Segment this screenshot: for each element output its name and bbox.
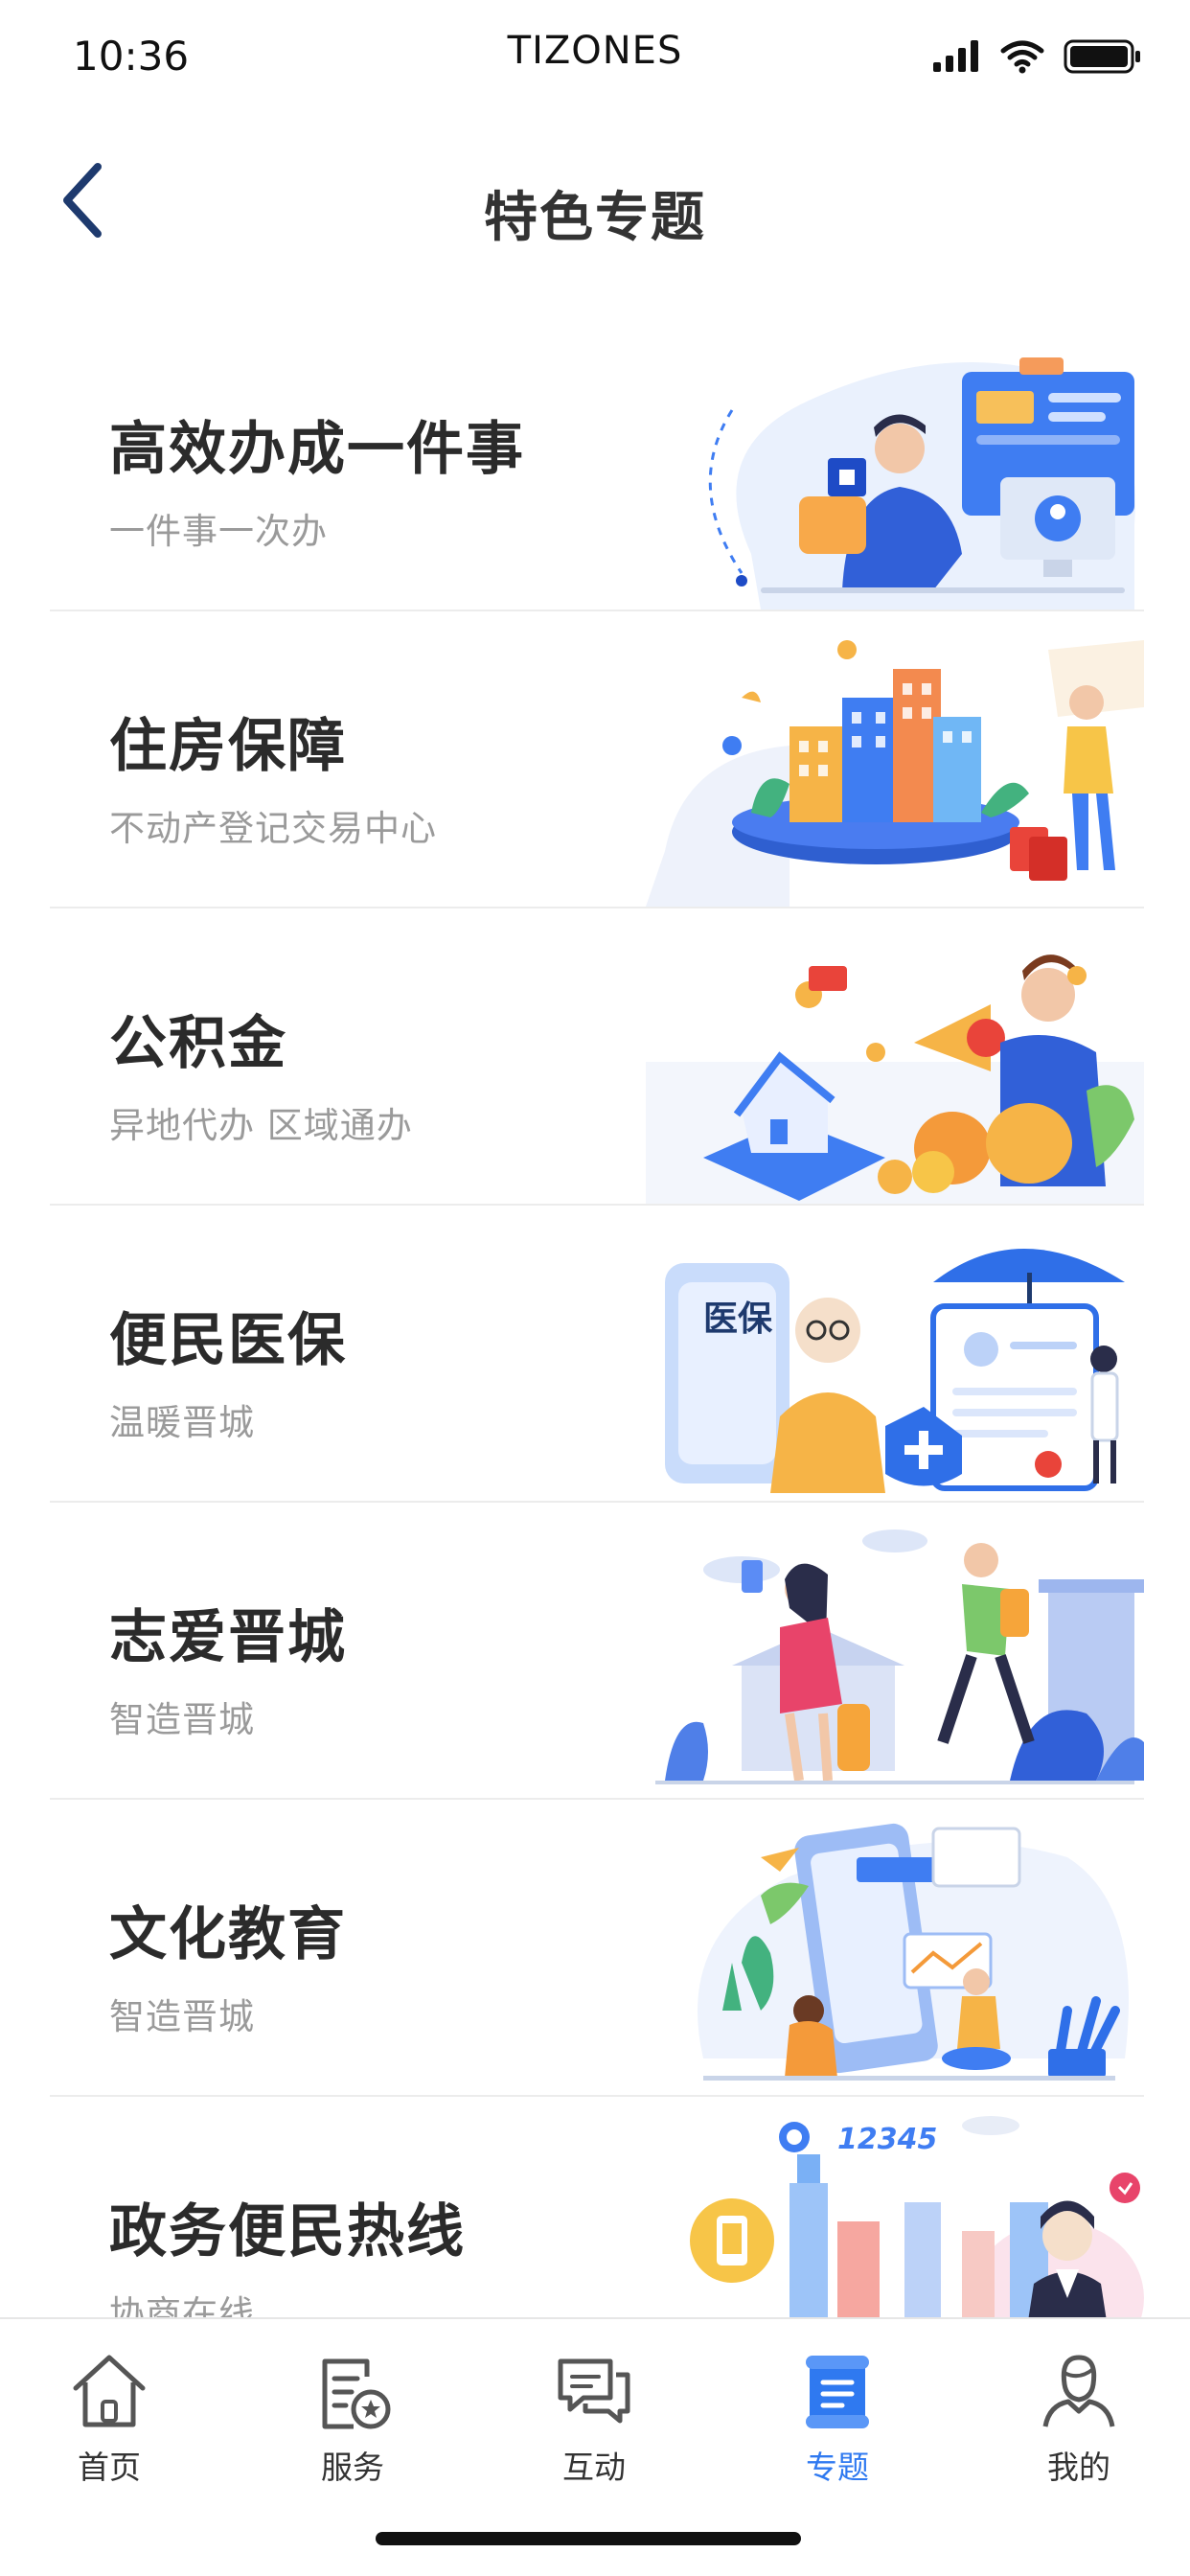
topic-item-medical-insurance[interactable]: 便民医保 温暖晋城 医保	[50, 1206, 1144, 1503]
profile-icon	[1042, 2355, 1115, 2427]
hotline-number-text: 12345	[837, 2123, 937, 2156]
tab-interaction[interactable]: 互动	[517, 2348, 671, 2488]
battery-icon	[1064, 39, 1140, 74]
topic-item-efficient[interactable]: 高效办成一件事 一件事一次办	[50, 314, 1144, 611]
topic-title: 志爱晋城	[109, 1604, 347, 1671]
topic-item-volunteer[interactable]: 志爱晋城 智造晋城	[50, 1503, 1144, 1800]
topic-title: 文化教育	[109, 1901, 347, 1968]
topic-subtitle: 温暖晋城	[109, 1402, 255, 1443]
status-bar: 10:36 TIZONES	[0, 0, 1190, 115]
tab-label: 服务	[321, 2449, 384, 2486]
topic-title: 便民医保	[109, 1307, 347, 1374]
office-worker-illustration	[708, 357, 1135, 610]
tab-profile[interactable]: 我的	[1002, 2348, 1156, 2488]
tab-label: 专题	[806, 2449, 869, 2486]
topic-item-hotline[interactable]: 政务便民热线 协商在线 12345	[50, 2097, 1144, 2317]
topic-subtitle: 协商在线	[109, 2293, 255, 2317]
topic-subtitle: 智造晋城	[109, 1996, 255, 2037]
topic-item-culture-education[interactable]: 文化教育 智造晋城	[50, 1800, 1144, 2097]
topic-title: 住房保障	[109, 713, 347, 780]
nav-bar: 特色专题	[0, 134, 1190, 278]
topic-subtitle: 异地代办 区域通办	[109, 1105, 413, 1146]
topic-icon	[806, 2356, 869, 2428]
tab-home[interactable]: 首页	[33, 2348, 186, 2488]
topic-item-provident-fund[interactable]: 公积金 异地代办 区域通办	[50, 908, 1144, 1206]
topic-list: 高效办成一件事 一件事一次办 住房保障 不动产登记交易中心 公积金 异地代办 区…	[50, 314, 1144, 2317]
topic-subtitle: 智造晋城	[109, 1699, 255, 1740]
topic-subtitle: 不动产登记交易中心	[109, 808, 437, 849]
tab-label: 互动	[562, 2449, 626, 2486]
tab-label: 首页	[78, 2449, 141, 2486]
hotline-illustration: 12345	[690, 2116, 1144, 2317]
education-illustration	[698, 1823, 1129, 2081]
topic-title: 公积金	[109, 1010, 287, 1077]
travel-illustration	[655, 1530, 1144, 1784]
medical-insurance-illustration: 医保	[665, 1249, 1125, 1493]
provident-fund-illustration	[646, 954, 1144, 1204]
tab-service[interactable]: 服务	[276, 2348, 429, 2488]
page-title: 特色专题	[484, 187, 706, 249]
wifi-icon	[1000, 40, 1044, 74]
tab-label: 我的	[1047, 2449, 1110, 2486]
housing-city-illustration	[646, 640, 1144, 907]
topic-title: 高效办成一件事	[109, 416, 525, 483]
status-icons	[931, 38, 1142, 75]
topic-subtitle: 一件事一次办	[109, 511, 328, 552]
service-icon	[322, 2358, 391, 2429]
tab-topic[interactable]: 专题	[761, 2348, 914, 2488]
home-icon	[73, 2355, 146, 2427]
chat-icon	[558, 2358, 630, 2424]
topic-title: 政务便民热线	[109, 2198, 466, 2266]
medical-badge-text: 医保	[703, 1300, 773, 1339]
home-indicator	[376, 2532, 801, 2545]
signal-icon	[933, 40, 978, 72]
topic-item-housing[interactable]: 住房保障 不动产登记交易中心	[50, 611, 1144, 908]
